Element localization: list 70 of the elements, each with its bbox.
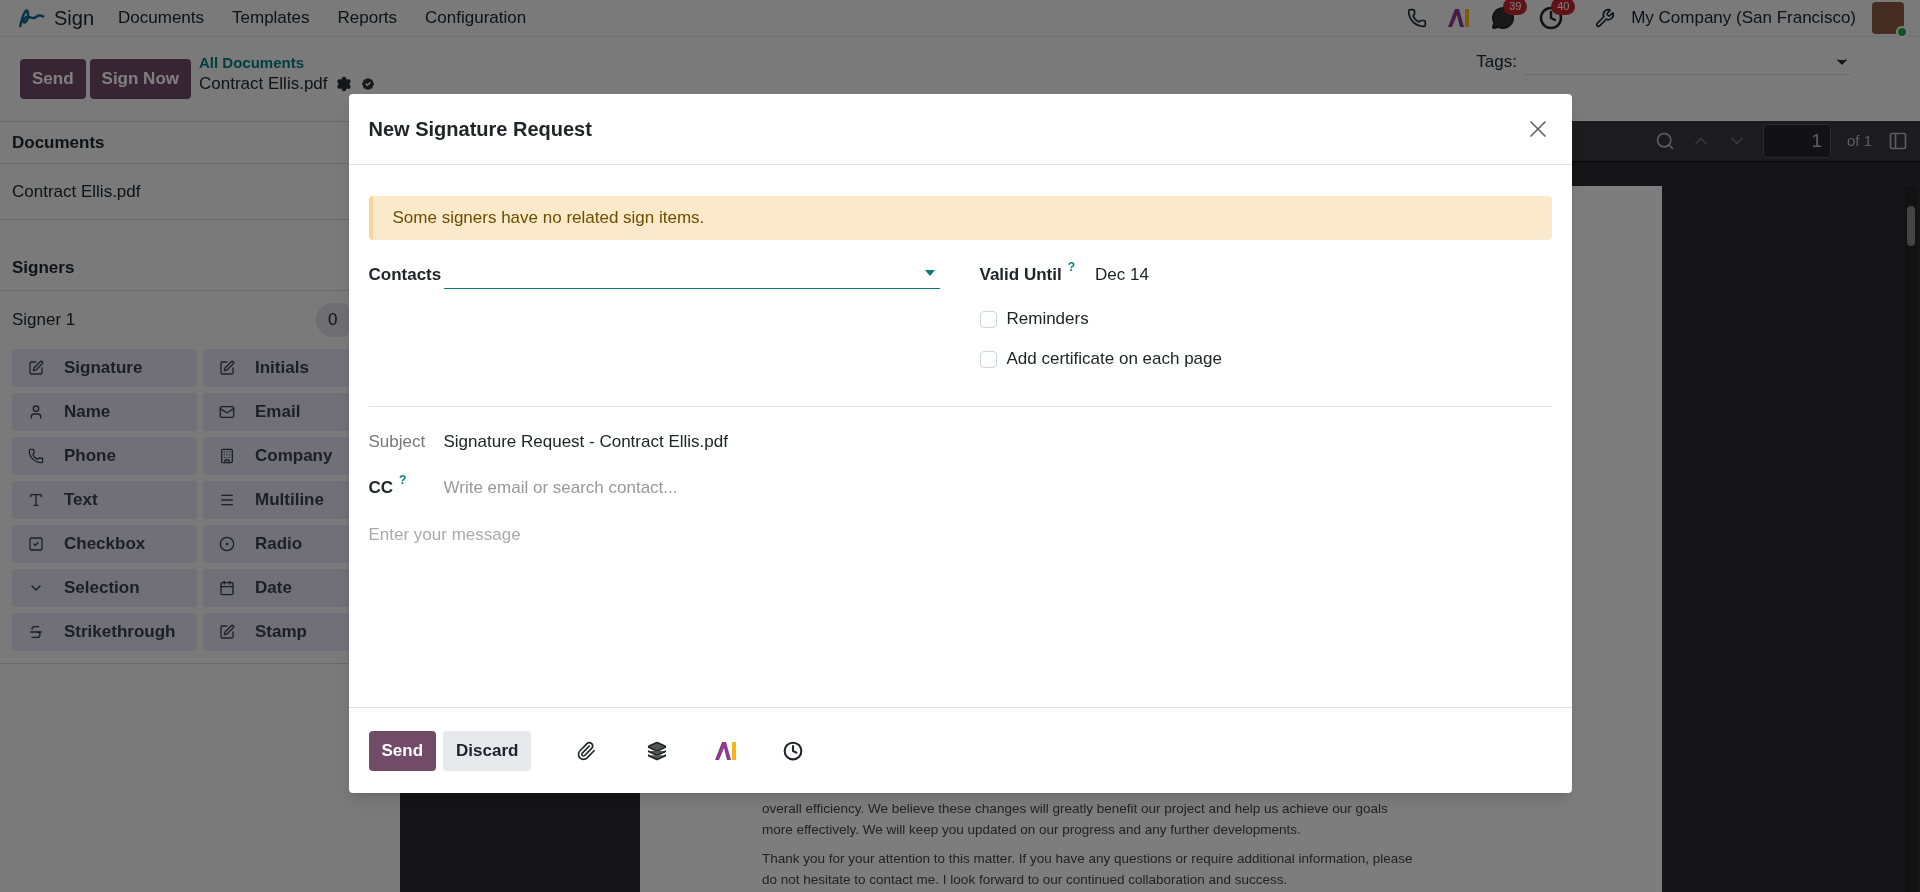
checkbox-label[interactable]: Reminders [1006,306,1089,332]
sign-item-button[interactable]: Text [12,481,197,519]
menu-item[interactable]: Templates [232,5,310,31]
action-button[interactable]: Send [20,59,86,99]
action-button[interactable]: Sign Now [89,59,191,99]
section-heading: Signers [12,256,75,279]
document-text-line: do not hesitate to contact me. I look forward to our continued collaboration and success. [762,871,1289,889]
field-label: Contacts [368,264,443,286]
menu-item[interactable]: Documents [118,5,204,31]
strikethrough-icon [28,624,44,640]
checkbox-label[interactable]: Add certificate on each page [1006,346,1222,372]
paperclip-icon[interactable] [576,740,597,761]
app-name[interactable]: Sign [54,3,95,33]
checkbox-icon [28,536,44,552]
document-text-line: Thank you for your attention to this matter. If you have any questions or require additional information, please [762,850,1414,868]
sign-item-button[interactable]: Selection [12,569,197,607]
valid-until-value[interactable]: Dec 14 [1095,262,1149,288]
page-number-field[interactable]: 1 [1762,124,1831,158]
phone-icon[interactable] [1407,8,1428,28]
sign-item-button[interactable]: Phone [12,437,197,475]
cc-field[interactable]: Write email or search contact... [443,474,1044,500]
wrench-icon[interactable] [1595,8,1616,28]
search-icon[interactable] [1654,131,1675,151]
page-count: of 1 [1846,130,1872,151]
menu-item[interactable]: Reports [337,5,398,31]
calendar-icon [219,580,235,596]
clock-icon[interactable] [783,740,804,761]
assistant-icon[interactable] [1447,8,1472,28]
caret-icon[interactable] [923,269,936,277]
document-text-line: overall efficiency. We believe these changes will greatly benefit our project and help us achieve our goals [762,800,1389,818]
sign-item-button[interactable]: Name [12,393,197,431]
sidebar-toggle-icon[interactable] [1888,131,1908,151]
checkbox[interactable] [979,310,997,328]
subject-field[interactable]: Signature Request - Contract Ellis.pdf [443,429,728,455]
activity-count-badge: 40 [1551,0,1576,15]
company-switcher[interactable]: My Company (San Francisco) [1631,5,1856,31]
pen-square-icon [28,360,44,376]
checkbox[interactable] [979,350,997,368]
pen-square-icon [219,624,235,640]
menu-item[interactable]: Configuration [425,5,527,31]
tags-label: Tags: [1476,51,1517,74]
radio-icon [219,536,235,552]
settings-icon[interactable] [335,76,352,92]
breadcrumb-link[interactable]: All Documents [199,53,376,73]
sign-item-button[interactable]: Checkbox [12,525,197,563]
layers-icon[interactable] [647,740,668,761]
building-icon [219,448,235,464]
phone-icon [28,448,44,464]
help-mark[interactable]: ? [399,472,407,487]
sign-item-button[interactable]: Signature [12,349,197,387]
pen-square-icon [219,360,235,376]
letter-icon [28,492,44,508]
document-item[interactable]: Contract Ellis.pdf [12,178,141,205]
warning-alert: Some signers have no related sign items. [368,196,1552,240]
field-label: Valid Until [979,264,1062,287]
signer-name[interactable]: Signer 1 [12,307,316,333]
document-text-line: more effectively. We will keep you updated on our progress and any further developments. [762,821,1302,839]
discard-button[interactable]: Discard [443,730,532,771]
dialog-title: New Signature Request [368,117,593,142]
sign-item-button[interactable]: Strikethrough [12,613,197,651]
document-title: Contract Ellis.pdf [199,73,328,95]
send-button[interactable]: Send [368,730,437,771]
user-icon [28,404,44,420]
assistant-icon[interactable] [714,740,739,761]
message-count-badge: 39 [1503,0,1528,15]
envelope-icon [219,404,235,420]
section-heading: Documents [12,131,105,154]
lines-icon [219,492,235,508]
help-mark[interactable]: ? [1067,260,1076,274]
badge-check-icon[interactable] [359,76,376,92]
